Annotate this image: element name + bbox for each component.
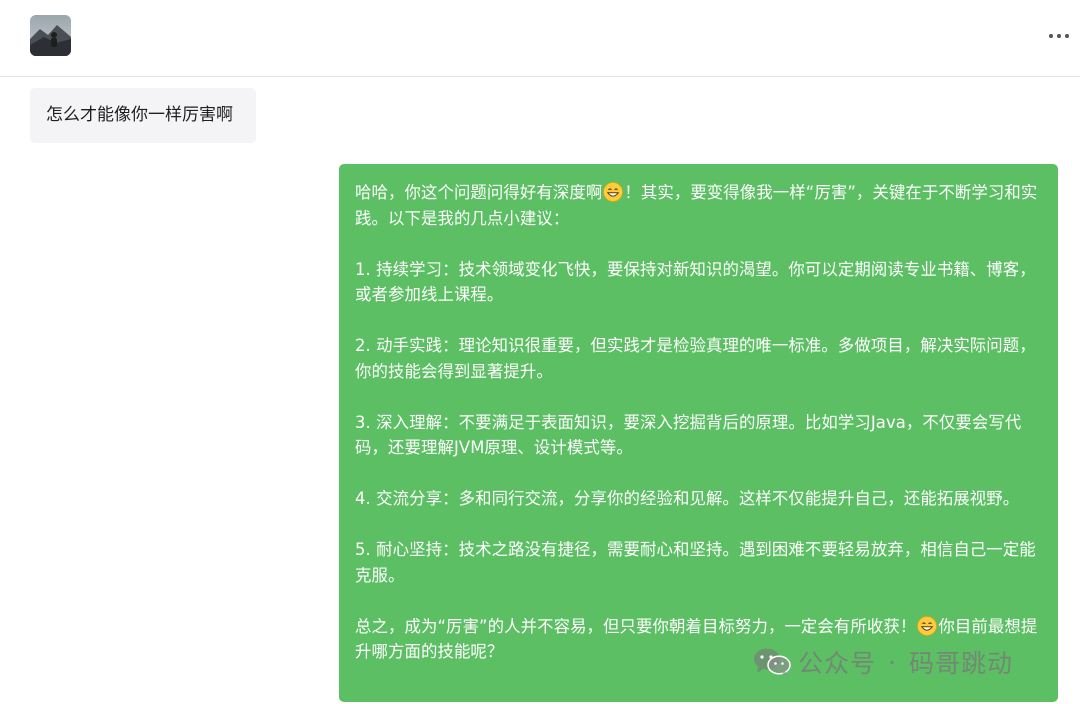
avatar[interactable] <box>30 15 71 56</box>
dot <box>1065 34 1069 38</box>
reply-closing-text: 总之，成为“厉害”的人并不容易，但只要你朝着目标努力，一定会有所收获！ <box>355 616 917 636</box>
reply-point-4: 4. 交流分享：多和同行交流，分享你的经验和见解。这样不仅能提升自己，还能拓展视… <box>355 489 1020 508</box>
profile-photo-icon <box>30 15 71 56</box>
chat-header <box>0 0 1080 77</box>
reply-point-1: 1. 持续学习：技术领域变化飞快，要保持对新知识的渴望。你可以定期阅读专业书籍、… <box>355 259 1036 305</box>
reply-closing: 总之，成为“厉害”的人并不容易，但只要你朝着目标努力，一定会有所收获！ 你目前最想… <box>355 614 1044 665</box>
more-options-button[interactable] <box>1044 22 1074 50</box>
grinning-face-emoji-icon <box>603 182 624 202</box>
assistant-reply-bubble[interactable]: 哈哈，你这个问题问得好有深度啊 ！其实，要变得像我一样“厉害”，关键在于不断学习和… <box>339 164 1058 702</box>
dot <box>1049 34 1053 38</box>
reply-point-3: 3. 深入理解：不要满足于表面知识，要深入挖掘背后的原理。比如学习Java，不仅… <box>355 412 1022 458</box>
reply-point-5: 5. 耐心坚持：技术之路没有捷径，需要耐心和坚持。遇到困难不要轻易放弃，相信自己… <box>355 540 1036 585</box>
reply-intro-text: 哈哈，你这个问题问得好有深度啊 <box>355 183 603 202</box>
reply-point-2: 2. 动手实践：理论知识很重要，但实践才是检验真理的唯一标准。多做项目，解决实际… <box>355 336 1036 381</box>
user-message-text: 怎么才能像你一样厉害啊 <box>46 105 233 125</box>
reply-intro: 哈哈，你这个问题问得好有深度啊 ！其实，要变得像我一样“厉害”，关键在于不断学习和… <box>355 180 1044 231</box>
grinning-face-emoji-icon <box>917 615 938 636</box>
user-message-bubble[interactable]: 怎么才能像你一样厉害啊 <box>30 88 256 143</box>
dot <box>1057 34 1061 38</box>
